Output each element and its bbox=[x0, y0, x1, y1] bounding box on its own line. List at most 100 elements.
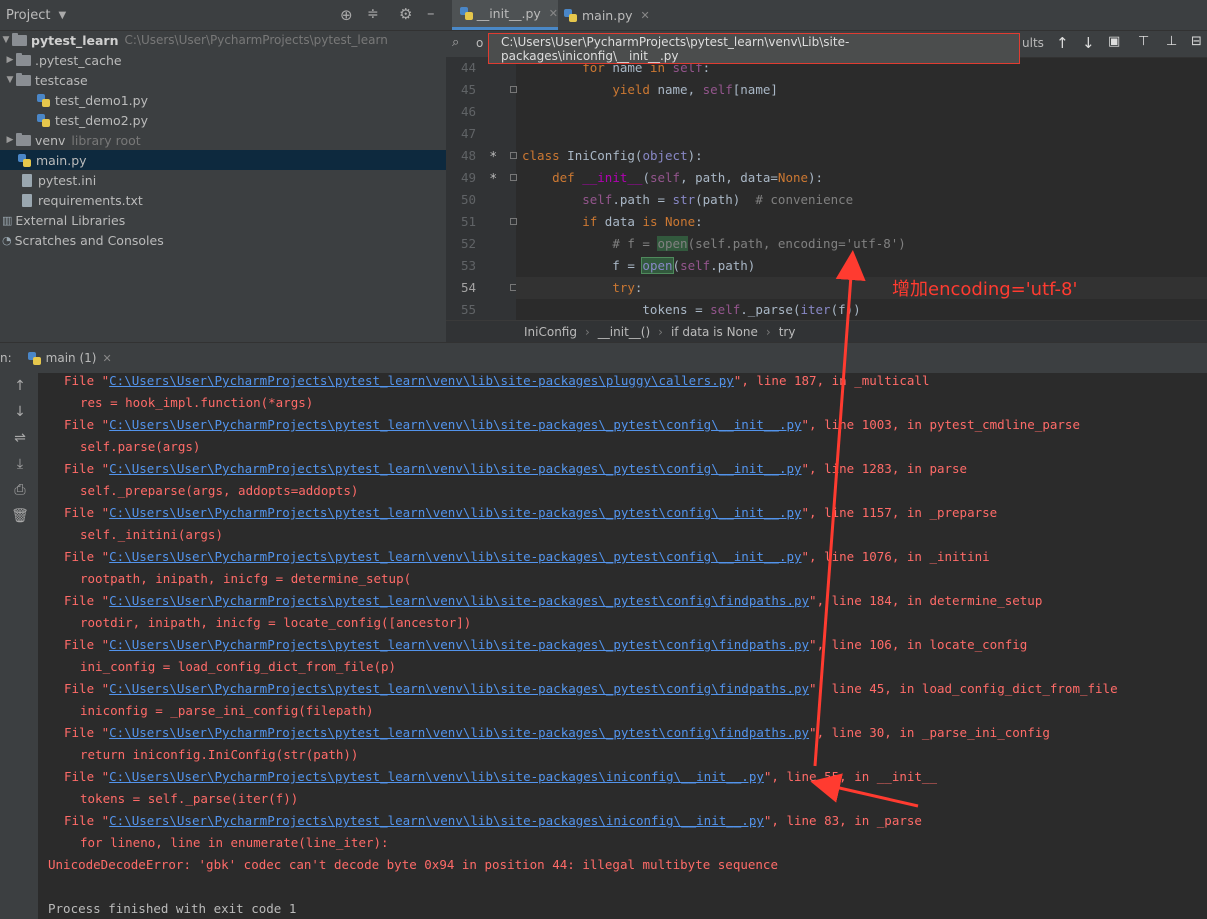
add-occurrence-icon[interactable]: ⊤ bbox=[1138, 34, 1149, 49]
code-line-49: def __init__(self, path, data=None): bbox=[552, 170, 824, 185]
search-input[interactable]: o bbox=[476, 36, 483, 50]
close-icon[interactable]: ✕ bbox=[549, 7, 558, 20]
close-icon[interactable]: ✕ bbox=[641, 9, 650, 22]
arrow-up-icon[interactable]: ↑ bbox=[11, 377, 29, 395]
remove-occurrence-icon[interactable]: ⊥ bbox=[1166, 34, 1177, 49]
expanded-icon[interactable]: ▼ bbox=[4, 75, 16, 85]
fold-marker-icon[interactable] bbox=[510, 218, 517, 225]
traceback-code-line: rootpath, inipath, inicfg = determine_se… bbox=[80, 571, 412, 586]
breadcrumb-item[interactable]: __init__() bbox=[598, 325, 650, 339]
file-suffix: ", line 1003, in pytest_cmdline_parse bbox=[801, 417, 1080, 432]
tree-item-test-demo1[interactable]: test_demo1.py bbox=[0, 90, 483, 110]
file-prefix: File " bbox=[64, 681, 110, 696]
tab-init-py[interactable]: __init__.py ✕ bbox=[452, 0, 558, 30]
breadcrumb-item[interactable]: try bbox=[779, 325, 796, 339]
line-number: 52 bbox=[460, 236, 476, 251]
file-link[interactable]: C:\Users\User\PycharmProjects\pytest_lea… bbox=[109, 769, 764, 784]
project-title[interactable]: Project bbox=[6, 8, 50, 23]
error-message: UnicodeDecodeError: 'gbk' codec can't de… bbox=[48, 857, 778, 872]
chevron-down-icon[interactable]: ▼ bbox=[58, 10, 66, 21]
breadcrumb-item[interactable]: IniConfig bbox=[524, 325, 577, 339]
console-output[interactable]: File "C:\Users\User\PycharmProjects\pyte… bbox=[38, 373, 1207, 919]
tree-item-pytest-learn[interactable]: ▼ pytest_learn C:\Users\User\PycharmProj… bbox=[0, 30, 446, 50]
file-suffix: ", line 184, in determine_setup bbox=[809, 593, 1043, 608]
locate-icon[interactable]: ⊕ bbox=[340, 6, 353, 24]
tree-item-test-demo2[interactable]: test_demo2.py bbox=[0, 110, 483, 130]
file-link[interactable]: C:\Users\User\PycharmProjects\pytest_lea… bbox=[109, 637, 809, 652]
project-path: C:\Users\User\PycharmProjects\pytest_lea… bbox=[124, 33, 388, 47]
tree-item-main-py[interactable]: main.py bbox=[0, 150, 464, 170]
arrow-down-icon[interactable]: ↓ bbox=[1082, 34, 1095, 52]
file-link[interactable]: C:\Users\User\PycharmProjects\pytest_lea… bbox=[109, 681, 809, 696]
tree-item-label: testcase bbox=[35, 72, 88, 88]
file-prefix: File " bbox=[64, 461, 110, 476]
run-tab[interactable]: main (1) ✕ bbox=[27, 351, 112, 365]
search-icon[interactable]: ⌕ bbox=[452, 35, 459, 50]
scroll-to-end-icon[interactable]: ⤓ bbox=[11, 455, 29, 473]
traceback-file-line: File "C:\Users\User\PycharmProjects\pyte… bbox=[64, 417, 1080, 432]
trash-icon[interactable]: 🗑 bbox=[11, 507, 29, 525]
file-suffix: ", line 55, in __init__ bbox=[763, 769, 937, 784]
soft-wrap-icon[interactable]: ⇌ bbox=[11, 429, 29, 447]
run-label: n: bbox=[0, 351, 12, 365]
file-link[interactable]: C:\Users\User\PycharmProjects\pytest_lea… bbox=[109, 505, 801, 520]
tree-item-label: pytest_learn bbox=[31, 32, 119, 48]
tree-item-external-libraries[interactable]: ▥ External Libraries bbox=[0, 210, 448, 230]
tree-item-label: requirements.txt bbox=[38, 192, 143, 208]
tab-label: __init__.py bbox=[476, 6, 541, 21]
folder-icon bbox=[16, 72, 31, 86]
collapsed-icon[interactable]: ▶ bbox=[4, 135, 16, 145]
close-icon[interactable]: ✕ bbox=[102, 352, 111, 365]
collapse-icon[interactable]: ≑ bbox=[367, 6, 379, 22]
traceback-file-line: File "C:\Users\User\PycharmProjects\pyte… bbox=[64, 725, 1050, 740]
print-icon[interactable]: ⎙ bbox=[11, 481, 29, 499]
tree-item-label: main.py bbox=[36, 152, 87, 168]
fold-marker-icon[interactable] bbox=[510, 86, 517, 93]
file-suffix: ", line 30, in _parse_ini_config bbox=[809, 725, 1050, 740]
project-header: Project ▼ ⊕ ≑ ⚙ – bbox=[0, 0, 446, 31]
arrow-up-icon[interactable]: ↑ bbox=[1056, 34, 1069, 52]
tree-item-pytest-cache[interactable]: ▶ .pytest_cache bbox=[0, 50, 450, 70]
file-prefix: File " bbox=[64, 725, 110, 740]
tree-item-pytest-ini[interactable]: pytest.ini bbox=[0, 170, 468, 190]
line-number: 48 bbox=[460, 148, 476, 163]
find-results-label: ults bbox=[1022, 36, 1044, 50]
breadcrumb-item[interactable]: if data is None bbox=[671, 325, 758, 339]
file-link[interactable]: C:\Users\User\PycharmProjects\pytest_lea… bbox=[109, 725, 809, 740]
file-link[interactable]: C:\Users\User\PycharmProjects\pytest_lea… bbox=[109, 461, 801, 476]
filter-icon[interactable]: ⊟ bbox=[1191, 34, 1202, 49]
select-all-icon[interactable]: ▣ bbox=[1108, 34, 1120, 49]
line-number: 46 bbox=[460, 104, 476, 119]
gear-icon[interactable]: ⚙ bbox=[399, 5, 412, 23]
tree-item-venv[interactable]: ▶ venv library root bbox=[0, 130, 450, 150]
line-number: 54 bbox=[460, 280, 476, 295]
python-file-icon bbox=[27, 351, 41, 365]
code-line-45: yield name, self[name] bbox=[612, 82, 778, 97]
editor-tabs: __init__.py ✕ main.py ✕ bbox=[446, 0, 1207, 31]
file-link[interactable]: C:\Users\User\PycharmProjects\pytest_lea… bbox=[109, 373, 734, 388]
traceback-code-line: tokens = self._parse(iter(f)) bbox=[80, 791, 299, 806]
annotation-text: 增加encoding='utf-8' bbox=[892, 279, 1078, 300]
file-link[interactable]: C:\Users\User\PycharmProjects\pytest_lea… bbox=[109, 549, 801, 564]
code-line-53: f = open(self.path) bbox=[522, 257, 756, 274]
collapsed-icon[interactable]: ▶ bbox=[4, 55, 16, 65]
breadcrumb: IniConfig › __init__() › if data is None… bbox=[446, 320, 1207, 343]
expanded-icon[interactable]: ▼ bbox=[0, 35, 12, 45]
traceback-code-line: self.parse(args) bbox=[80, 439, 201, 454]
text-file-icon bbox=[22, 193, 32, 207]
hide-icon[interactable]: – bbox=[427, 4, 435, 22]
tree-item-requirements[interactable]: requirements.txt bbox=[0, 190, 468, 210]
file-link[interactable]: C:\Users\User\PycharmProjects\pytest_lea… bbox=[109, 417, 801, 432]
fold-marker-icon[interactable] bbox=[510, 152, 517, 159]
arrow-down-icon[interactable]: ↓ bbox=[11, 403, 29, 421]
library-root-note: library root bbox=[71, 132, 141, 148]
file-link[interactable]: C:\Users\User\PycharmProjects\pytest_lea… bbox=[109, 813, 764, 828]
tab-main-py[interactable]: main.py ✕ bbox=[560, 0, 664, 30]
tree-item-label: test_demo2.py bbox=[55, 112, 148, 128]
file-link[interactable]: C:\Users\User\PycharmProjects\pytest_lea… bbox=[109, 593, 809, 608]
traceback-file-line: File "C:\Users\User\PycharmProjects\pyte… bbox=[64, 593, 1042, 608]
chevron-right-icon: › bbox=[765, 325, 771, 339]
tree-item-scratches[interactable]: ◔ Scratches and Consoles bbox=[0, 230, 448, 250]
fold-marker-icon[interactable] bbox=[510, 174, 517, 181]
tree-item-testcase[interactable]: ▼ testcase bbox=[0, 70, 450, 90]
